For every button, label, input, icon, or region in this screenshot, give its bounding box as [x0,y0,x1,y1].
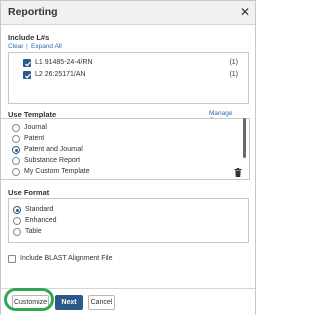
link-separator: | [26,43,28,50]
option-label: Table [25,228,42,235]
radio-button-selected[interactable] [12,146,20,154]
include-list-box: L1 91485-24-4/RN (1) L2 26:25171/AN (1) [8,52,249,104]
radio-button[interactable] [13,217,21,225]
option-label: Enhanced [25,217,57,224]
radio-button[interactable] [12,135,20,143]
list-item[interactable]: L2 26:25171/AN (1) [23,71,238,81]
customize-highlight-ring [4,288,54,311]
blast-checkbox[interactable] [8,255,16,263]
radio-button[interactable] [12,157,20,165]
dialog-title: Reporting [8,6,58,18]
trash-icon[interactable] [234,168,242,177]
dialog-header: Reporting ✕ [1,1,255,25]
cancel-button[interactable]: Cancel [88,295,115,310]
next-button[interactable]: Next [55,295,83,310]
close-icon[interactable]: ✕ [239,5,251,19]
option-label: Standard [25,206,54,213]
item-count: (1) [229,59,238,66]
radio-button-selected[interactable] [13,206,21,214]
template-list-box: Journal Patent Patent and Journal Substa… [1,118,250,180]
reporting-dialog: Reporting ✕ Include L#s Clear | Expand A… [0,0,256,315]
format-list-box: Standard Enhanced Table [8,198,249,243]
radio-button[interactable] [12,168,20,176]
checkbox-l2[interactable] [23,71,31,79]
check-icon [25,61,31,67]
include-section-label: Include L#s [8,33,50,42]
option-label: Substance Report [24,157,81,164]
checkbox-l1[interactable] [23,59,31,67]
option-label: Patent and Journal [24,146,83,153]
clear-link[interactable]: Clear [8,43,24,50]
item-count: (1) [229,71,238,78]
blast-option[interactable]: Include BLAST Alignment File [8,255,168,265]
list-item[interactable]: L1 91485-24-4/RN (1) [23,59,238,69]
blast-label: Include BLAST Alignment File [20,255,113,262]
template-scrollbar[interactable] [243,118,246,158]
expand-all-link[interactable]: Expand All [31,43,62,50]
format-section-label: Use Format [8,188,50,197]
option-label: Patent [24,135,45,142]
option-label: Journal [24,124,47,131]
item-label: L1 91485-24-4/RN [35,59,93,66]
radio-button[interactable] [13,228,21,236]
item-label: L2 26:25171/AN [35,71,86,78]
check-icon [25,73,31,79]
radio-button[interactable] [12,124,20,132]
option-label: My Custom Template [24,168,90,175]
